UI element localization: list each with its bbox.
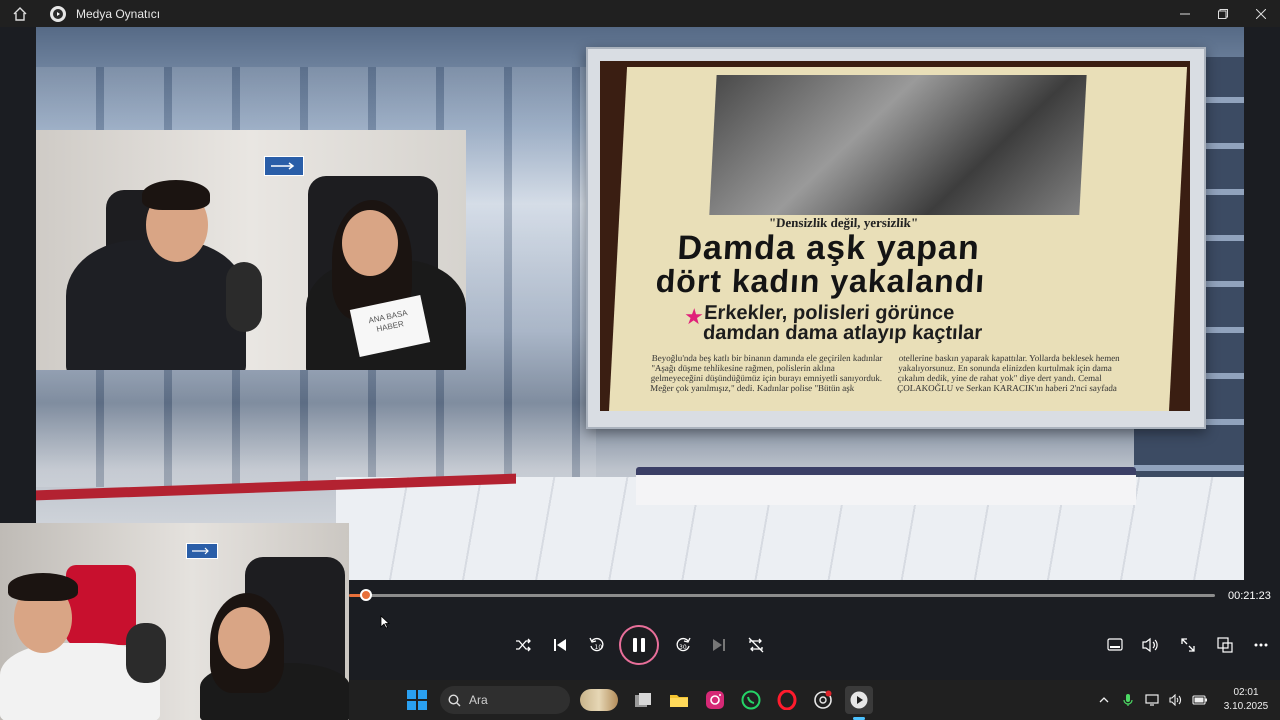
pause-button[interactable] <box>619 625 659 665</box>
host-female-head <box>342 210 398 276</box>
studio-monitor: "Densizlik değil, yersizlik" Damda aşk y… <box>586 47 1206 429</box>
viewer-female-head <box>218 607 270 669</box>
miniplayer-button[interactable] <box>1097 625 1133 665</box>
svg-text:30: 30 <box>679 644 687 651</box>
clock-date: 3.10.2025 <box>1223 701 1269 712</box>
elapsed-time: 00:21:23 <box>1228 590 1271 602</box>
close-button[interactable] <box>1242 0 1280 27</box>
monitor-screen: "Densizlik değil, yersizlik" Damda aşk y… <box>600 61 1190 411</box>
whatsapp-icon[interactable] <box>737 686 765 714</box>
taskbar: Ara 02:01 3.10.2025 <box>349 680 1280 720</box>
newspaper-deck-line2: damdan dama atlayıp kaçtılar <box>702 322 983 344</box>
newspaper-headline-line2: dört kadın yakalandı <box>654 263 987 299</box>
file-explorer-icon[interactable] <box>665 686 693 714</box>
home-icon[interactable] <box>10 4 30 24</box>
clock-time: 02:01 <box>1233 687 1259 698</box>
red-jersey <box>66 565 136 645</box>
webcam-overlay-bottom <box>0 523 349 720</box>
title-bar: Medya Oynatıcı <box>0 0 1280 27</box>
picture-in-picture-button[interactable] <box>1207 625 1243 665</box>
repeat-off-button[interactable] <box>738 625 774 665</box>
newspaper-deck-line1: Erkekler, polisleri görünce <box>703 302 955 324</box>
rewind-10-button[interactable]: 10 <box>579 625 615 665</box>
seek-bar[interactable] <box>349 589 1215 601</box>
svg-text:10: 10 <box>595 644 603 651</box>
seek-track[interactable] <box>349 594 1215 597</box>
microphone <box>226 262 262 332</box>
host-male-hair <box>142 180 210 210</box>
minimize-button[interactable] <box>1166 0 1204 27</box>
newspaper-body: Beyoğlu'nda beş katlı bir binanın damınd… <box>650 353 1132 393</box>
playback-controls: 10 30 <box>349 625 1280 665</box>
shuffle-button[interactable] <box>505 625 541 665</box>
clock[interactable]: 02:01 3.10.2025 <box>1212 686 1280 714</box>
monitor-stand-top <box>636 475 1136 505</box>
news-widget-icon[interactable] <box>579 686 619 714</box>
opera-icon[interactable] <box>773 686 801 714</box>
newspaper-deck: Erkekler, polisleri görünce damdan dama … <box>702 302 984 344</box>
forward-30-button[interactable]: 30 <box>665 625 701 665</box>
previous-button[interactable] <box>542 625 578 665</box>
media-player-app-icon <box>50 5 66 22</box>
speaker-icon[interactable] <box>1164 680 1188 720</box>
battery-icon[interactable] <box>1188 680 1212 720</box>
microphone-icon[interactable] <box>1116 680 1140 720</box>
search-icon <box>448 693 461 707</box>
microphone-2 <box>126 623 166 683</box>
instagram-icon[interactable] <box>701 686 729 714</box>
taskbar-search[interactable]: Ara <box>440 686 570 714</box>
wall-sign-2 <box>186 543 218 559</box>
host-male <box>66 240 246 370</box>
webcam-overlay-top: ANA BASA HABER <box>36 130 466 370</box>
more-options-button[interactable] <box>1243 625 1279 665</box>
fullscreen-button[interactable] <box>1170 625 1206 665</box>
volume-button[interactable] <box>1133 625 1169 665</box>
network-icon[interactable] <box>1140 680 1164 720</box>
chatgpt-icon[interactable] <box>809 686 837 714</box>
viewer-male-hair <box>8 573 78 601</box>
system-tray: 02:01 3.10.2025 <box>1092 680 1280 720</box>
chevron-up-icon[interactable] <box>1092 680 1116 720</box>
search-label: Ara <box>469 693 488 707</box>
restore-button[interactable] <box>1204 0 1242 27</box>
seek-thumb[interactable] <box>360 589 372 601</box>
newspaper-photo <box>709 75 1087 215</box>
task-view-icon[interactable] <box>629 686 657 714</box>
media-player-taskbar-icon[interactable] <box>845 686 873 714</box>
star-icon: ★ <box>683 305 705 330</box>
next-button[interactable] <box>701 625 737 665</box>
windows-start-icon[interactable] <box>407 690 427 710</box>
window-title: Medya Oynatıcı <box>76 6 161 21</box>
wall-sign <box>264 156 304 176</box>
mouse-cursor <box>380 614 391 633</box>
newspaper-clipping: "Densizlik değil, yersizlik" Damda aşk y… <box>608 67 1188 411</box>
